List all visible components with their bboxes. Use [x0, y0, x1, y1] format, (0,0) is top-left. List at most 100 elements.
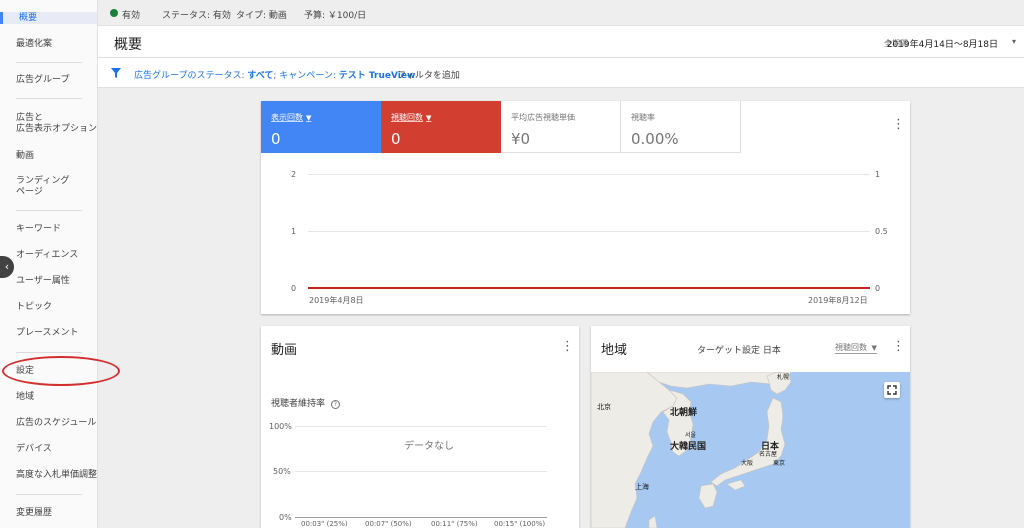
metric-views-value: 0 — [391, 130, 401, 148]
sidebar-item-landing-line2[interactable]: ページ — [16, 186, 43, 198]
retention-label-text: 視聴者維持率 — [271, 399, 326, 409]
filter-bar: 広告グループのステータス: すべて; キャンペーン: テスト TrueView … — [98, 58, 1024, 88]
sidebar-item-placements[interactable]: プレースメント — [16, 327, 79, 339]
y-left-tick: 2 — [291, 170, 297, 179]
active-filter-chip[interactable]: 広告グループのステータス: すべて; キャンペーン: テスト TrueView — [134, 68, 415, 81]
budget-label: 予算: ￥100/日 — [304, 11, 367, 21]
y-tick: 50% — [273, 467, 291, 476]
sidebar-item-change-history[interactable]: 変更履歴 — [16, 507, 52, 519]
sidebar-item-recommendations[interactable]: 最適化案 — [16, 38, 52, 50]
map-label-tokyo: 東京 — [773, 460, 786, 467]
fullscreen-button[interactable] — [884, 382, 900, 398]
status-label: ステータス: 有効 — [162, 11, 231, 21]
map-label-south-korea: 大韓民国 — [670, 442, 707, 452]
geo-map[interactable]: 北朝鮮 大韓民国 日本 北京 서울 上海 名古屋 大阪 東京 札幌 — [591, 372, 910, 528]
sidebar-item-ad-schedule[interactable]: 広告のスケジュール — [16, 417, 96, 429]
metric-view-rate[interactable]: 視聴率 0.00% — [621, 101, 741, 153]
geo-metric-select[interactable]: 視聴回数 ▼ — [835, 342, 877, 354]
performance-chart-card: 表示回数 ▼ 0 視聴回数 ▼ 0 平均広告視聴単価 ¥0 視聴率 0.00% ⋮ … — [261, 101, 910, 314]
map-label-north-korea: 北朝鮮 — [670, 408, 698, 418]
filter-prefix-value: すべて — [247, 71, 274, 81]
page-header: 概要 全期間 2019年4月14日～8月18日 ▾ — [98, 26, 1024, 58]
metric-impressions-label: 表示回数 — [271, 113, 303, 122]
sidebar-item-devices[interactable]: デバイス — [16, 443, 52, 455]
type-label: タイプ: 動画 — [236, 11, 287, 21]
more-options-icon[interactable]: ⋮ — [892, 340, 905, 353]
y-right-tick: 0.5 — [875, 227, 888, 236]
sidebar-item-demographics[interactable]: ユーザー属性 — [16, 275, 70, 287]
filter-icon[interactable] — [110, 67, 122, 79]
status-dot-icon — [110, 9, 118, 17]
gridline — [295, 426, 547, 427]
x-tick: 00:03" (25%) — [301, 520, 348, 528]
metric-avg-cpv[interactable]: 平均広告視聴単価 ¥0 — [501, 101, 621, 153]
y-right-tick: 1 — [875, 170, 881, 179]
axis-line — [295, 517, 547, 518]
sidebar-item-ads-line2[interactable]: 広告表示オプション — [16, 123, 97, 135]
metric-impressions[interactable]: 表示回数 ▼ 0 — [261, 101, 381, 153]
sidebar-divider — [16, 494, 82, 495]
no-data-label: データなし — [404, 441, 454, 452]
sidebar-item-overview[interactable]: 概要 — [0, 12, 97, 24]
fullscreen-icon — [887, 385, 897, 395]
chevron-down-icon: ▼ — [426, 114, 432, 122]
x-tick: 00:07" (50%) — [365, 520, 412, 528]
sidebar-item-locations[interactable]: 地域 — [16, 391, 34, 403]
gridline — [295, 471, 547, 472]
geo-metric-value: 視聴回数 — [835, 343, 867, 352]
metric-view-rate-label: 視聴率 — [631, 113, 655, 122]
sidebar-item-ad-groups[interactable]: 広告グループ — [16, 74, 69, 86]
filter-sep: ; キャンペーン: — [273, 71, 339, 81]
sidebar-item-videos[interactable]: 動画 — [16, 150, 34, 162]
video-card-title: 動画 — [271, 343, 298, 358]
y-tick: 0% — [279, 513, 292, 522]
help-icon[interactable]: ? — [330, 400, 340, 409]
sidebar-item-audiences[interactable]: オーディエンス — [16, 249, 78, 261]
video-card: 動画 ⋮ 視聴者維持率 ? 100% 50% 0% データなし 00:03" (… — [261, 326, 579, 528]
sidebar-divider — [16, 210, 82, 211]
y-left-tick: 1 — [291, 227, 297, 236]
gridline — [308, 231, 870, 232]
map-label-shanghai: 上海 — [635, 483, 649, 491]
more-options-icon[interactable]: ⋮ — [561, 340, 574, 353]
sidebar-item-topics[interactable]: トピック — [16, 301, 52, 313]
sidebar-divider — [16, 352, 82, 353]
geo-card-title: 地域 — [601, 343, 628, 358]
date-range-picker[interactable]: 2019年4月14日～8月18日 — [887, 37, 998, 50]
sidebar-divider — [16, 62, 82, 63]
map-land — [591, 372, 792, 528]
metric-avg-cpv-value: ¥0 — [511, 130, 531, 148]
x-end-tick: 2019年8月12日 — [808, 296, 868, 305]
sidebar-divider — [16, 98, 82, 99]
page-title: 概要 — [114, 37, 142, 53]
y-tick: 100% — [269, 422, 292, 431]
views-series-line — [308, 287, 870, 289]
metric-views-label: 視聴回数 — [391, 113, 423, 122]
sidebar-item-advanced-bid[interactable]: 高度な入札単価調整 — [16, 469, 97, 481]
target-label: ターゲット設定 日本 — [697, 346, 781, 356]
date-dropdown-icon[interactable]: ▾ — [1012, 37, 1016, 46]
map-label-nagoya: 名古屋 — [759, 451, 778, 458]
x-tick: 00:11" (75%) — [431, 520, 478, 528]
more-options-icon[interactable]: ⋮ — [892, 118, 905, 131]
retention-label: 視聴者維持率 ? — [271, 396, 340, 409]
map-label-beijing: 北京 — [597, 403, 611, 411]
sidebar: 概要 最適化案 広告グループ 広告と 広告表示オプション 動画 ランディング ペ… — [0, 0, 98, 528]
sidebar-item-settings[interactable]: 設定 — [16, 365, 34, 377]
add-filter-button[interactable]: フィルタを追加 — [397, 68, 460, 81]
sidebar-item-keywords[interactable]: キーワード — [16, 223, 61, 235]
campaign-status-bar: 有効 ステータス: 有効 タイプ: 動画 予算: ￥100/日 — [98, 0, 1024, 26]
status-state: 有効 — [122, 11, 141, 21]
metric-avg-cpv-label: 平均広告視聴単価 — [511, 113, 575, 122]
map-label-sapporo: 札幌 — [777, 374, 790, 381]
chevron-down-icon: ▼ — [871, 344, 877, 352]
chevron-down-icon: ▼ — [306, 114, 312, 122]
metric-views[interactable]: 視聴回数 ▼ 0 — [381, 101, 501, 153]
y-right-tick: 0 — [875, 284, 881, 293]
x-tick: 00:15" (100%) — [494, 520, 546, 528]
gridline — [308, 174, 870, 175]
filter-prefix: 広告グループのステータス: — [134, 71, 248, 81]
metric-impressions-value: 0 — [271, 130, 281, 148]
geo-card: 地域 ターゲット設定 日本 視聴回数 ▼ ⋮ 北朝鮮 大韓民国 日本 北京 서울… — [591, 326, 910, 528]
map-label-seoul: 서울 — [685, 432, 697, 439]
